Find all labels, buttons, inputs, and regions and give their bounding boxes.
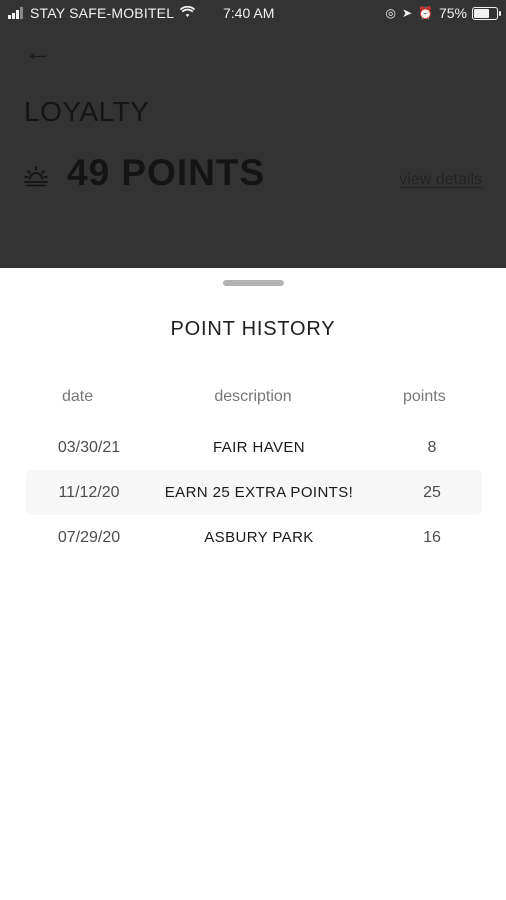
- row-date: 11/12/20: [58, 484, 120, 501]
- table-row: 07/29/20 ASBURY PARK 16: [26, 515, 482, 560]
- point-history-sheet: POINT HISTORY date description points 03…: [0, 268, 506, 900]
- row-points: 25: [423, 484, 441, 501]
- row-date: 03/30/21: [57, 439, 121, 456]
- screen-lock-icon: ◎: [385, 6, 396, 20]
- table-row: 11/12/20 EARN 25 EXTRA POINTS! 25: [26, 470, 482, 515]
- row-description: ASBURY PARK: [204, 529, 314, 546]
- table-row: 03/30/21 FAIR HAVEN 8: [26, 425, 482, 470]
- status-right: ◎ ➤ ⏰ 75%: [385, 5, 501, 21]
- row-description: FAIR HAVEN: [212, 439, 306, 456]
- battery-percent: 75%: [438, 5, 467, 21]
- status-bar: STAY SAFE-MOBITEL 7:40 AM ◎ ➤ ⏰ 75%: [0, 0, 506, 26]
- location-arrow-icon: ➤: [401, 6, 413, 20]
- row-date: 07/29/20: [57, 529, 121, 546]
- row-description: EARN 25 EXTRA POINTS!: [164, 484, 354, 501]
- page-title: LOYALTY: [24, 96, 150, 127]
- sunrise-icon: [24, 165, 48, 192]
- carrier-name: STAY SAFE-MOBITEL: [30, 5, 175, 21]
- sheet-title: POINT HISTORY: [170, 318, 336, 340]
- cellular-signal-icon: [8, 7, 24, 19]
- status-left: STAY SAFE-MOBITEL: [8, 5, 196, 21]
- status-time: 7:40 AM: [223, 5, 275, 21]
- sheet-drag-handle[interactable]: [223, 280, 284, 286]
- view-details-link[interactable]: view details: [399, 171, 482, 189]
- row-points: 16: [423, 529, 441, 546]
- alarm-icon: ⏰: [418, 6, 433, 20]
- dimmed-background[interactable]: [0, 0, 506, 270]
- wifi-icon: [180, 5, 196, 21]
- points-balance: 49 POINTS: [67, 152, 266, 193]
- battery-icon: [472, 6, 501, 20]
- battery-fill: [474, 8, 489, 18]
- arrow-left-icon[interactable]: ←: [24, 38, 52, 66]
- column-header-points: points: [403, 388, 446, 405]
- row-points: 8: [427, 439, 437, 456]
